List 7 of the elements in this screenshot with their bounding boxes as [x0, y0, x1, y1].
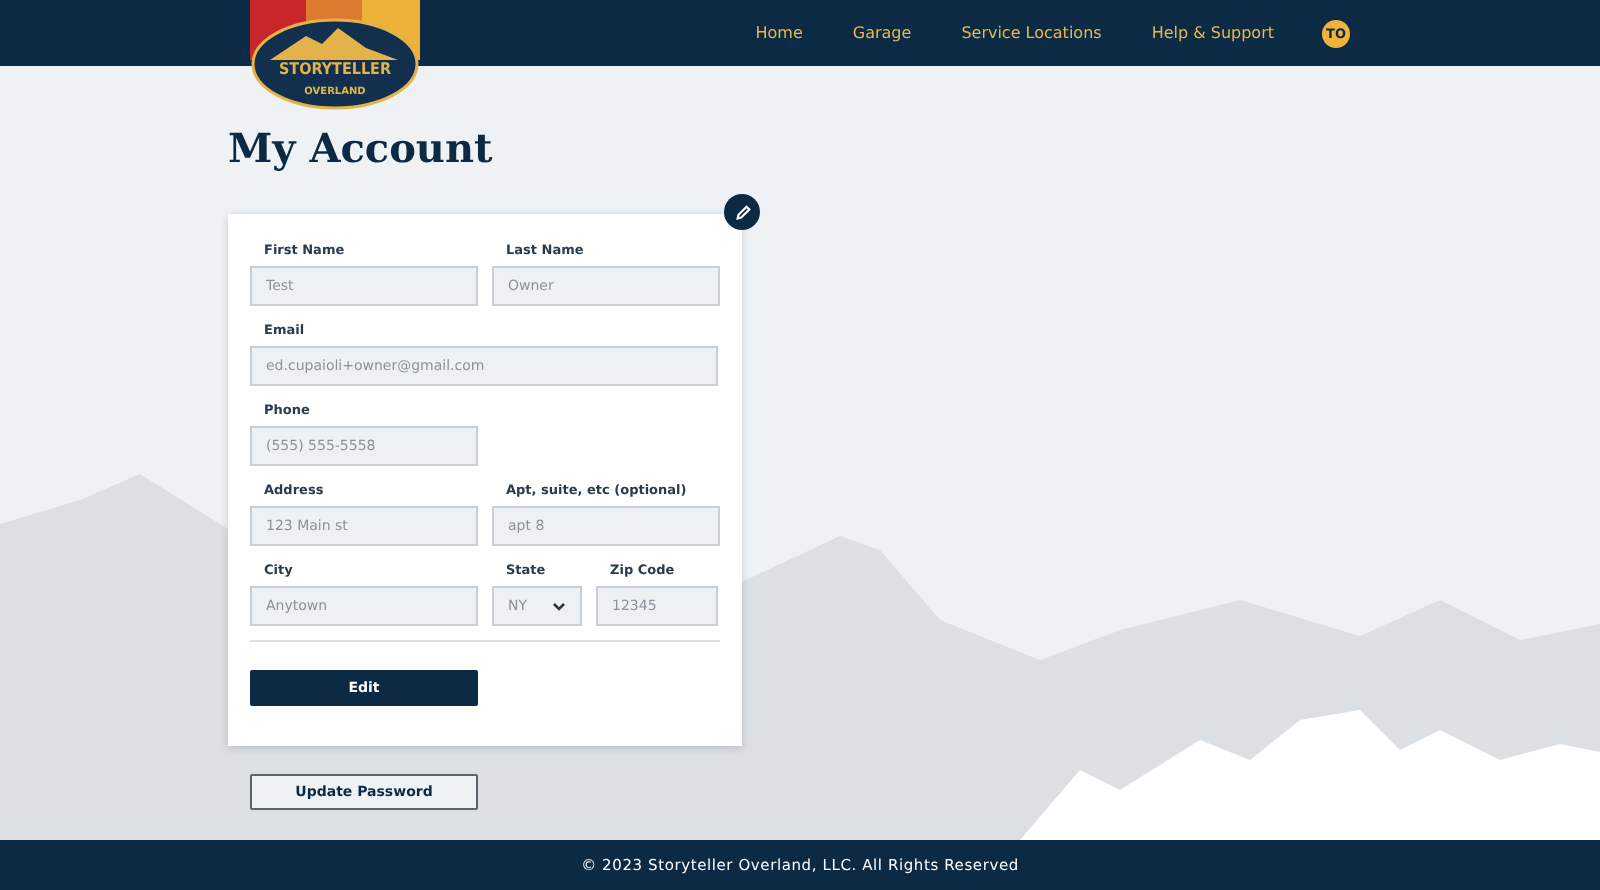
page-title: My Account — [228, 122, 493, 174]
nav-link[interactable]: Help & Support — [1151, 24, 1274, 42]
nav-link[interactable]: Garage — [852, 24, 912, 42]
nav-link[interactable]: Service Locations — [961, 24, 1102, 42]
chevron-down-icon — [552, 601, 566, 611]
nav-link[interactable]: Home — [755, 24, 803, 42]
pencil-icon[interactable] — [724, 194, 760, 230]
